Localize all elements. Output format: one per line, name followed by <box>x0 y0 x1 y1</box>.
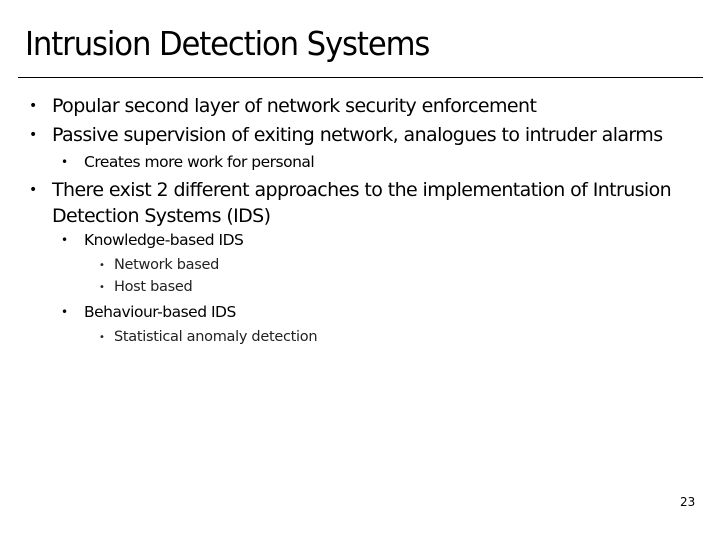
bullet-text: Network based <box>114 257 220 273</box>
page-number: 23 <box>680 495 696 509</box>
bullet-icon: • <box>61 305 68 319</box>
bullet-text: Knowledge-based IDS <box>84 231 244 249</box>
bullet-icon: • <box>29 127 37 143</box>
bullet-icon: • <box>99 332 105 343</box>
sub-sub-bullet-item: • Network based <box>99 254 220 276</box>
bullet-icon: • <box>61 233 68 247</box>
bullet-text: Passive supervision of exiting network, … <box>52 124 663 146</box>
bullet-item: • Popular second layer of network securi… <box>29 93 537 119</box>
slide-title: Intrusion Detection Systems <box>25 24 430 63</box>
sub-bullet-item: • Behaviour-based IDS <box>61 301 236 323</box>
sub-sub-bullet-item: • Statistical anomaly detection <box>99 326 318 348</box>
bullet-text: Popular second layer of network security… <box>52 95 537 117</box>
bullet-text: Creates more work for personal <box>84 153 315 171</box>
title-divider <box>18 77 703 78</box>
bullet-icon: • <box>99 260 105 271</box>
bullet-item: • There exist 2 different approaches to … <box>29 177 692 229</box>
sub-bullet-item: • Creates more work for personal <box>61 151 315 173</box>
bullet-icon: • <box>29 182 37 198</box>
sub-bullet-item: • Knowledge-based IDS <box>61 229 244 251</box>
bullet-icon: • <box>99 282 105 293</box>
bullet-item: • Passive supervision of exiting network… <box>29 122 663 148</box>
bullet-icon: • <box>61 155 68 169</box>
bullet-icon: • <box>29 98 37 114</box>
bullet-text: Host based <box>114 279 193 295</box>
bullet-text: Statistical anomaly detection <box>114 329 318 345</box>
bullet-text: There exist 2 different approaches to th… <box>52 179 672 227</box>
sub-sub-bullet-item: • Host based <box>99 276 193 298</box>
bullet-text: Behaviour-based IDS <box>84 303 236 321</box>
